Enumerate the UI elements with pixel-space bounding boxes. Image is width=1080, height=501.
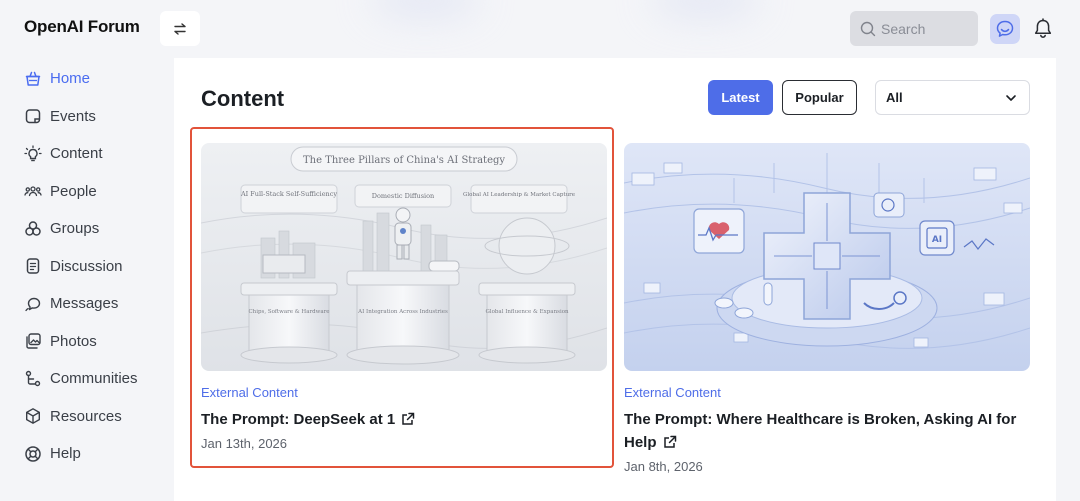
pillar-label-3: Global AI Leadership & Market Capture [463,192,575,198]
card-date: Jan 13th, 2026 [201,436,288,451]
illustration-banner-text: The Three Pillars of China's AI Strategy [303,155,505,166]
card-title[interactable]: The Prompt: DeepSeek at 1 [201,408,607,431]
cube-icon [24,407,42,425]
sidebar-item-help[interactable]: Help [24,435,164,473]
sidebar-item-label: Communities [50,370,138,388]
swap-arrows-icon [174,22,186,35]
lifebuoy-icon [24,445,42,463]
ai-chip-label: AI [932,235,942,245]
communities-icon [24,370,42,388]
basket-icon [24,70,42,88]
messages-icon [24,295,42,313]
sidebar-item-photos[interactable]: Photos [24,323,164,361]
content-card[interactable]: AI External Content The Prompt: Where He… [624,143,1030,474]
sidebar-item-label: Content [50,145,103,163]
sidebar-item-label: People [50,182,97,200]
external-link-icon [663,435,676,448]
sidebar-item-communities[interactable]: Communities [24,360,164,398]
sidebar-item-groups[interactable]: Groups [24,210,164,248]
lightbulb-icon [24,145,42,163]
popular-filter-button[interactable]: Popular [782,80,857,115]
latest-filter-button[interactable]: Latest [708,80,773,115]
card-thumbnail[interactable]: AI [624,143,1030,371]
sidebar-item-resources[interactable]: Resources [24,398,164,436]
base-label-2: AI Integration Across Industries [357,309,448,315]
card-category[interactable]: External Content [624,385,1030,400]
sidebar-item-label: Discussion [50,257,123,275]
category-select-value: All [886,90,903,105]
card-title-text: The Prompt: DeepSeek at 1 [201,411,396,428]
pillar-label-1: AI Full-Stack Self-Sufficiency [240,190,337,198]
sidebar-item-events[interactable]: Events [24,98,164,136]
card-date: Jan 8th, 2026 [624,459,703,474]
search-icon [860,21,876,36]
notifications-button[interactable] [1032,16,1054,42]
sidebar-item-people[interactable]: People [24,173,164,211]
sidebar-item-label: Messages [50,295,119,313]
groups-icon [24,220,42,238]
search-placeholder: Search [881,20,926,37]
content-card[interactable]: The Three Pillars of China's AI Strategy… [201,143,607,451]
sidebar-item-home[interactable]: Home [24,60,164,98]
sidebar-item-label: Groups [50,220,100,238]
chat-bubble-icon [996,20,1014,37]
sidebar-item-label: Photos [50,332,97,350]
sidebar-nav: Home Events Content People Groups Discus… [24,60,164,473]
card-title[interactable]: The Prompt: Where Healthcare is Broken, … [624,408,1030,454]
sidebar-item-label: Events [50,107,96,125]
sidebar-item-messages[interactable]: Messages [24,285,164,323]
page-title: Content [201,86,285,111]
people-icon [24,182,42,200]
photos-icon [24,332,42,350]
base-label-3: Global Influence & Expansion [485,309,569,315]
china-ai-strategy-illustration: The Three Pillars of China's AI Strategy… [201,143,607,371]
base-label-1: Chips, Software & Hardware [248,309,329,315]
pillar-label-2: Domestic Diffusion [372,192,434,200]
card-title-text: The Prompt: Where Healthcare is Broken, … [624,411,1017,451]
sidebar-item-label: Help [50,445,81,463]
category-select[interactable]: All [875,80,1030,115]
discussion-icon [24,257,42,275]
sidebar-item-discussion[interactable]: Discussion [24,248,164,286]
app-logo[interactable]: OpenAI Forum [24,17,140,37]
sidebar-item-label: Home [50,70,91,88]
sidebar-item-label: Resources [50,407,122,425]
main-panel: Content Latest Popular All The Three Pil… [174,58,1056,501]
chevron-down-icon [1006,94,1016,101]
card-category[interactable]: External Content [201,385,607,400]
bell-icon [1034,18,1052,38]
calendar-icon [24,107,42,125]
external-link-icon [402,412,415,425]
sidebar-item-content[interactable]: Content [24,135,164,173]
healthcare-ai-illustration: AI [624,143,1030,371]
card-thumbnail[interactable]: The Three Pillars of China's AI Strategy… [201,143,607,371]
sidebar-toggle-button[interactable] [160,11,200,46]
chat-button[interactable] [990,14,1020,44]
search-input[interactable]: Search [850,11,978,46]
